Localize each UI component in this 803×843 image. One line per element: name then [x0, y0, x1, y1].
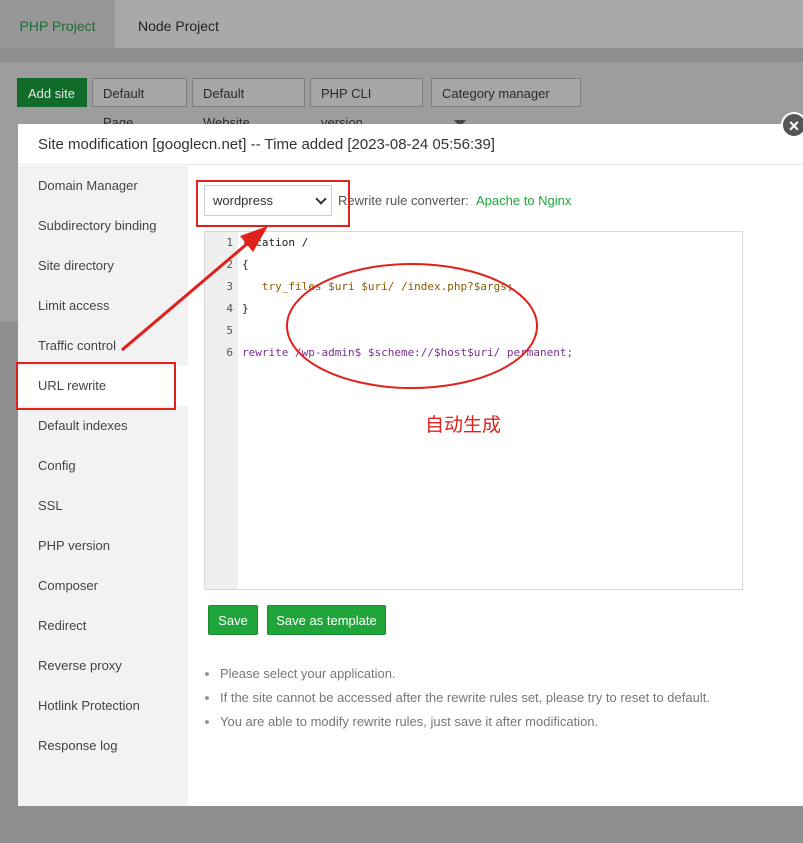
code-text: { — [242, 258, 249, 271]
apache-to-nginx-link[interactable]: Apache to Nginx — [476, 193, 571, 208]
line-number: 4 — [226, 302, 233, 315]
sidebar-item-composer[interactable]: Composer — [18, 566, 188, 606]
code-text: try_files $uri $uri/ /index.php?$args; — [242, 280, 514, 293]
category-manager-dropdown[interactable]: Category manager — [431, 78, 581, 128]
save-as-template-button[interactable]: Save as template — [267, 605, 386, 635]
sidebar-item-ssl[interactable]: SSL — [18, 486, 188, 526]
php-cli-version-button[interactable]: PHP CLI version — [310, 78, 423, 130]
line-number: 3 — [226, 280, 233, 293]
sidebar-item-default-indexes[interactable]: Default indexes — [18, 406, 188, 446]
sidebar-item-php-version[interactable]: PHP version — [18, 526, 188, 566]
sidebar-item-reverse-proxy[interactable]: Reverse proxy — [18, 646, 188, 686]
sidebar-item-response-log[interactable]: Response log — [18, 726, 188, 766]
sidebar-item-site-directory[interactable]: Site directory — [18, 246, 188, 286]
annotation-label: 自动生成 — [425, 415, 502, 436]
tip-item: You are able to modify rewrite rules, ju… — [220, 710, 710, 734]
category-manager-label: Category manager — [442, 86, 550, 101]
line-number: 2 — [226, 258, 233, 271]
line-number: 6 — [226, 346, 233, 359]
tab-node-project[interactable]: Node Project — [138, 0, 219, 48]
help-tips: Please select your application. If the s… — [204, 662, 710, 734]
code-text: location / — [242, 236, 309, 249]
save-button[interactable]: Save — [208, 605, 258, 635]
settings-sidebar: Domain Manager Subdirectory binding Site… — [18, 166, 188, 806]
tip-item: If the site cannot be accessed after the… — [220, 686, 710, 710]
line-number: 1 — [226, 236, 233, 249]
annotation-box-select — [196, 180, 350, 227]
sidebar-item-limit-access[interactable]: Limit access — [18, 286, 188, 326]
tip-item: Please select your application. — [220, 662, 710, 686]
project-tab-bar — [0, 0, 803, 48]
sidebar-item-hotlink-protection[interactable]: Hotlink Protection — [18, 686, 188, 726]
annotation-box-url-rewrite — [16, 362, 176, 410]
sidebar-item-subdirectory-binding[interactable]: Subdirectory binding — [18, 206, 188, 246]
close-icon[interactable]: × — [781, 112, 803, 138]
code-text: rewrite /wp-admin$ $scheme://$host$uri/ … — [242, 346, 574, 359]
rewrite-converter-label: Rewrite rule converter: — [338, 193, 469, 208]
modal-title: Site modification [googlecn.net] -- Time… — [18, 124, 803, 165]
default-website-button[interactable]: Default Website — [192, 78, 305, 130]
sidebar-item-traffic-control[interactable]: Traffic control — [18, 326, 188, 366]
tab-php-project[interactable]: PHP Project — [0, 0, 115, 48]
sidebar-item-config[interactable]: Config — [18, 446, 188, 486]
default-page-button[interactable]: Default Page — [92, 78, 187, 130]
add-site-button[interactable]: Add site — [17, 78, 87, 107]
code-text: } — [242, 302, 249, 315]
sidebar-item-redirect[interactable]: Redirect — [18, 606, 188, 646]
sidebar-item-domain-manager[interactable]: Domain Manager — [18, 166, 188, 206]
line-number: 5 — [226, 324, 233, 337]
